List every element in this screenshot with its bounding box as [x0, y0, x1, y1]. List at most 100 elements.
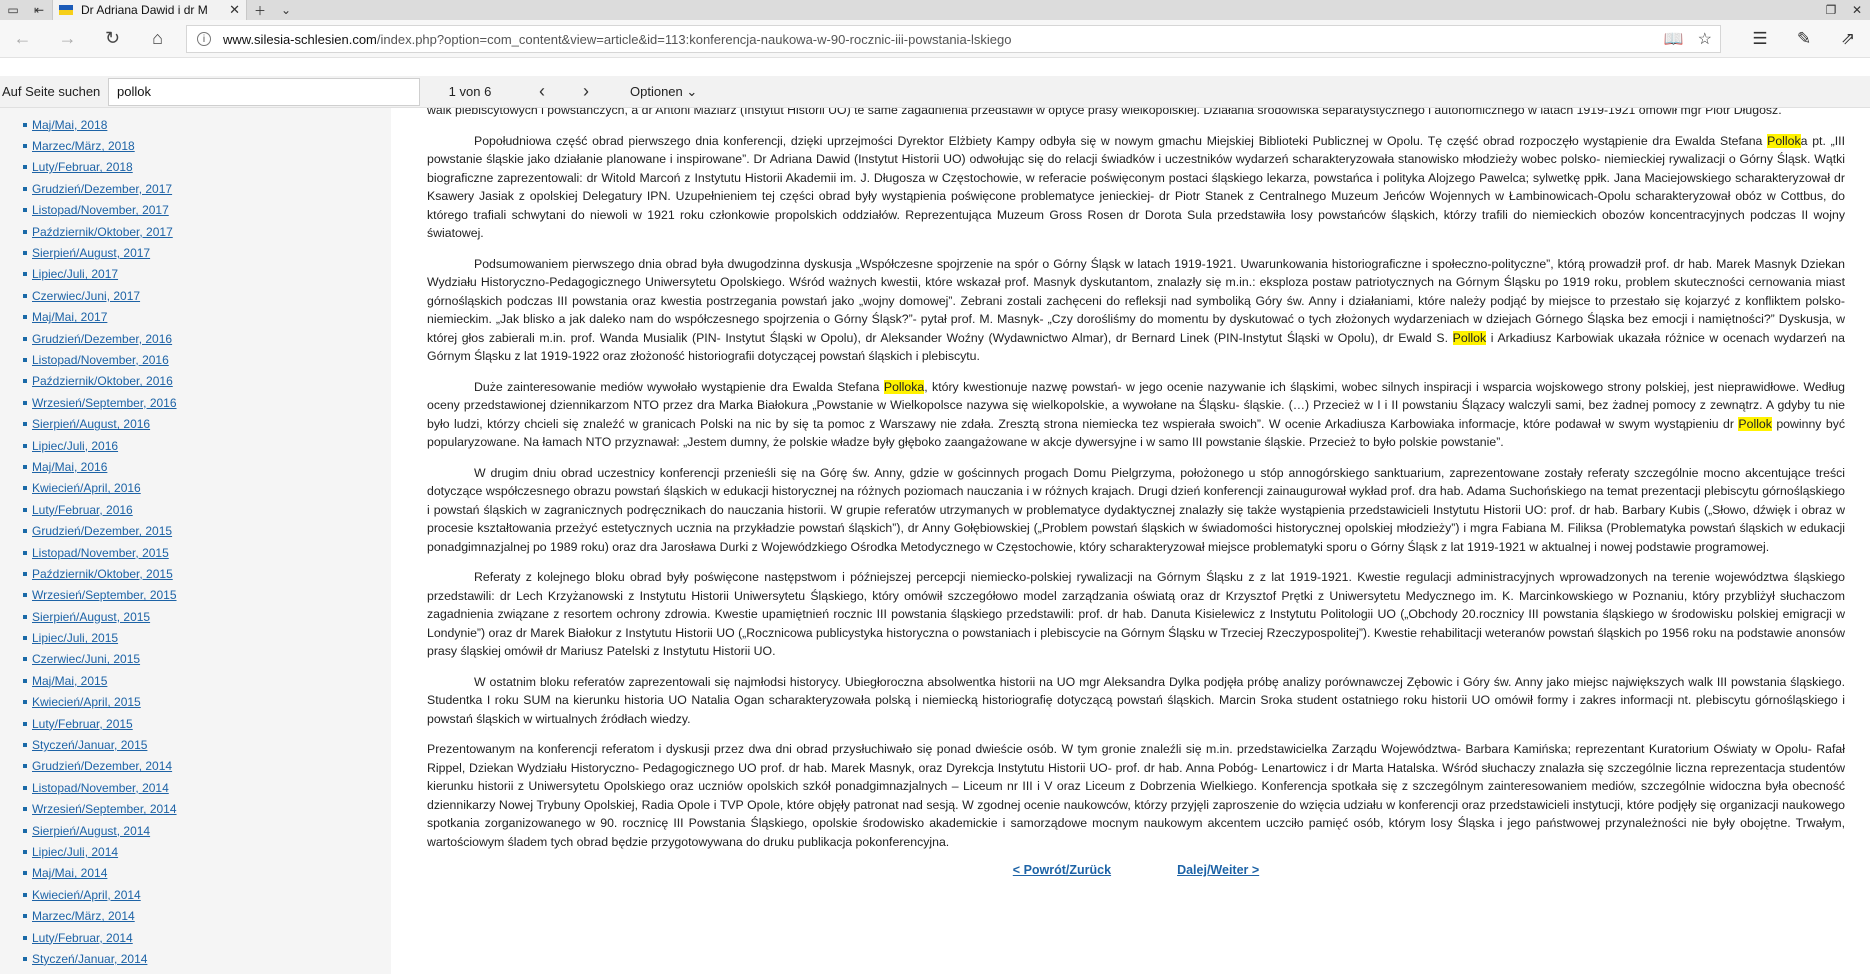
- flag-favicon-icon: [59, 5, 73, 15]
- find-next-chevron-icon[interactable]: ›: [564, 81, 608, 102]
- restore-window-icon[interactable]: ❐: [1818, 0, 1844, 20]
- archive-link[interactable]: Listopad/November, 2014: [32, 781, 169, 795]
- tab-title: Dr Adriana Dawid i dr M: [81, 3, 208, 17]
- archive-link[interactable]: Styczeń/Januar, 2015: [32, 738, 147, 752]
- next-page-link[interactable]: Dalej/Weiter >: [1177, 863, 1259, 877]
- archive-list-item: Lipiec/Juli, 2014: [0, 841, 391, 862]
- archive-list-item: Wrzesień/September, 2014: [0, 799, 391, 820]
- bullet-icon: [23, 379, 27, 384]
- archive-link[interactable]: Marzec/März, 2014: [32, 909, 135, 923]
- archive-link[interactable]: Wrzesień/September, 2014: [32, 802, 177, 816]
- site-info-icon[interactable]: i: [197, 32, 211, 46]
- archive-sidebar: Maj/Mai, 2018 Marzec/März, 2018 Luty/Febru…: [0, 108, 391, 974]
- refresh-icon[interactable]: ↻: [90, 20, 135, 58]
- archive-link[interactable]: Sierpień/August, 2017: [32, 246, 150, 260]
- archive-link[interactable]: Kwiecień/April, 2016: [32, 481, 141, 495]
- back-arrow-icon[interactable]: ←: [0, 20, 45, 58]
- archive-list-item: Lipiec/Juli, 2016: [0, 435, 391, 456]
- tab-list-chevron-icon[interactable]: ⌄: [273, 0, 299, 20]
- bullet-icon: [23, 464, 27, 469]
- home-icon[interactable]: ⌂: [135, 20, 180, 58]
- archive-link[interactable]: Sierpień/August, 2014: [32, 824, 150, 838]
- archive-list: Maj/Mai, 2018 Marzec/März, 2018 Luty/Febru…: [0, 108, 391, 974]
- bullet-icon: [23, 507, 27, 512]
- archive-link[interactable]: Maj/Mai, 2018: [32, 118, 107, 132]
- close-window-icon[interactable]: ✕: [1844, 0, 1870, 20]
- bullet-icon: [23, 400, 27, 405]
- archive-link[interactable]: Wrzesień/September, 2015: [32, 588, 177, 602]
- archive-link[interactable]: Listopad/November, 2017: [32, 203, 169, 217]
- archive-link[interactable]: Kwiecień/April, 2015: [32, 695, 141, 709]
- archive-link[interactable]: Grudzień/Dezember, 2014: [32, 759, 172, 773]
- active-tab[interactable]: Dr Adriana Dawid i dr M ✕: [52, 0, 247, 20]
- archive-link[interactable]: Styczeń/Januar, 2014: [32, 952, 147, 966]
- archive-list-item: Maj/Mai, 2017: [0, 307, 391, 328]
- favorite-star-icon[interactable]: ☆: [1698, 29, 1712, 49]
- new-tab-icon[interactable]: ＋: [247, 0, 273, 20]
- archive-link[interactable]: Sierpień/August, 2015: [32, 610, 150, 624]
- favorites-hub-icon[interactable]: ☰: [1738, 20, 1782, 58]
- find-input[interactable]: [108, 77, 420, 106]
- bullet-icon: [23, 251, 27, 256]
- archive-link[interactable]: Maj/Mai, 2017: [32, 310, 107, 324]
- archive-list-item: Marzec/März, 2018: [0, 135, 391, 156]
- find-label: Auf Seite suchen: [2, 84, 101, 99]
- navigation-bar: ← → ↻ ⌂ i www.silesia-schlesien.com/inde…: [0, 20, 1870, 58]
- find-options-label: Optionen: [630, 83, 683, 99]
- archive-link[interactable]: Luty/Februar, 2018: [32, 160, 133, 174]
- archive-link[interactable]: Październik/Oktober, 2016: [32, 374, 173, 388]
- archive-link[interactable]: Luty/Februar, 2015: [32, 717, 133, 731]
- address-bar[interactable]: i www.silesia-schlesien.com/index.php?op…: [186, 25, 1721, 53]
- bullet-icon: [23, 743, 27, 748]
- find-options-dropdown[interactable]: Optionen ⌄: [630, 84, 697, 100]
- archive-link[interactable]: Luty/Februar, 2016: [32, 503, 133, 517]
- archive-link[interactable]: Lipiec/Juli, 2014: [32, 845, 118, 859]
- archive-link[interactable]: Sierpień/August, 2016: [32, 417, 150, 431]
- paragraph-text: a pt. „III powstanie śląskie jako działa…: [427, 133, 1845, 241]
- archive-link[interactable]: Marzec/März, 2018: [32, 139, 135, 153]
- article-paragraph: walk plebiscytowych i powstańczych, a dr…: [427, 108, 1845, 120]
- archive-list-item: Kwiecień/April, 2014: [0, 884, 391, 905]
- archive-list-item: Maj/Mai, 2016: [0, 456, 391, 477]
- archive-link[interactable]: Grudzień/Dezember, 2015: [32, 524, 172, 538]
- archive-link[interactable]: Grudzień/Dezember, 2017: [32, 182, 172, 196]
- archive-link[interactable]: Październik/Oktober, 2015: [32, 567, 173, 581]
- reading-view-icon[interactable]: 📖: [1664, 29, 1684, 49]
- archive-list-item: Marzec/März, 2014: [0, 905, 391, 926]
- archive-link[interactable]: Maj/Mai, 2014: [32, 866, 107, 880]
- bullet-icon: [23, 315, 27, 320]
- archive-link[interactable]: Maj/Mai, 2015: [32, 674, 107, 688]
- archive-link[interactable]: Listopad/November, 2015: [32, 546, 169, 560]
- tab-close-icon[interactable]: ✕: [229, 2, 240, 18]
- archive-link[interactable]: Lipiec/Juli, 2017: [32, 267, 118, 281]
- search-highlight: Pollok: [1452, 330, 1487, 345]
- find-previous-chevron-icon[interactable]: ‹: [520, 81, 564, 102]
- archive-link[interactable]: Lipiec/Juli, 2016: [32, 439, 118, 453]
- archive-link[interactable]: Październik/Oktober, 2017: [32, 225, 173, 239]
- previous-page-link[interactable]: < Powrót/Zurück: [1013, 863, 1111, 877]
- archive-link[interactable]: Grudzień/Dezember, 2016: [32, 332, 172, 346]
- archive-link[interactable]: Luty/Februar, 2014: [32, 931, 133, 945]
- archive-link[interactable]: Maj/Mai, 2016: [32, 460, 107, 474]
- archive-link[interactable]: Lipiec/Juli, 2015: [32, 631, 118, 645]
- tab-back-icon[interactable]: ⇤: [26, 0, 52, 20]
- archive-link[interactable]: Czerwiec/Juni, 2015: [32, 652, 140, 666]
- forward-arrow-icon[interactable]: →: [45, 20, 90, 58]
- paragraph-text: Prezentowanym na konferencji referatom i…: [427, 742, 1845, 849]
- tab-actions-icon[interactable]: ▭: [0, 0, 26, 20]
- find-result-count: 1 von 6: [448, 84, 492, 99]
- share-icon[interactable]: ⇗: [1826, 20, 1870, 58]
- bullet-icon: [23, 764, 27, 769]
- web-note-pen-icon[interactable]: ✎: [1782, 20, 1826, 58]
- archive-list-item: Listopad/November, 2014: [0, 777, 391, 798]
- bullet-icon: [23, 593, 27, 598]
- archive-link[interactable]: Listopad/November, 2016: [32, 353, 169, 367]
- article-paragraph: Duże zainteresowanie mediów wywołało wys…: [427, 378, 1845, 452]
- archive-link[interactable]: Kwiecień/April, 2014: [32, 888, 141, 902]
- bullet-icon: [23, 935, 27, 940]
- bullet-icon: [23, 529, 27, 534]
- archive-link[interactable]: Czerwiec/Juni, 2017: [32, 289, 140, 303]
- archive-link[interactable]: Wrzesień/September, 2016: [32, 396, 177, 410]
- archive-list-item: Sierpień/August, 2015: [0, 606, 391, 627]
- bullet-icon: [23, 486, 27, 491]
